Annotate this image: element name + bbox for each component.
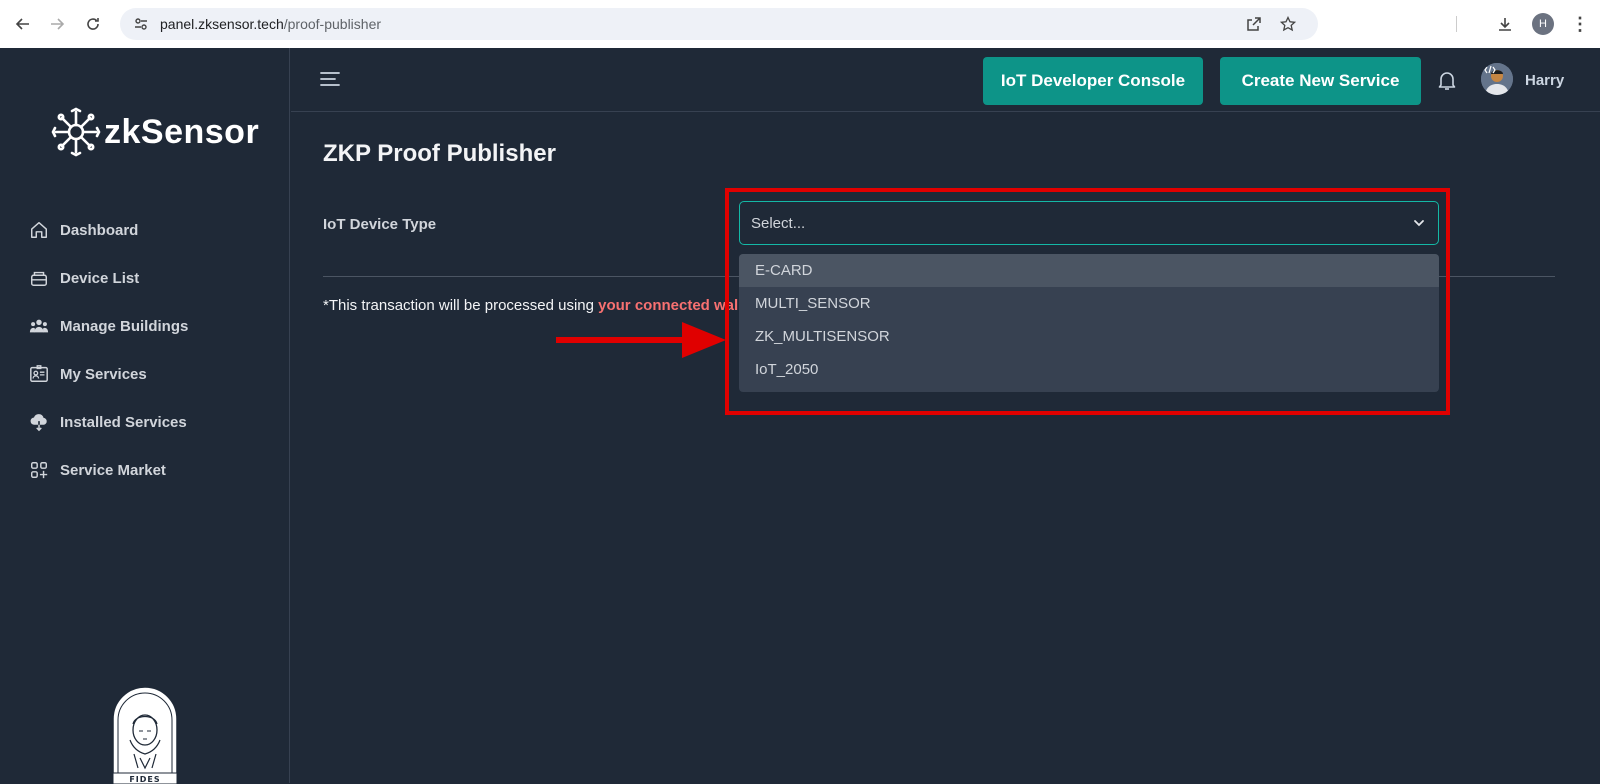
download-icon[interactable]	[1494, 13, 1516, 35]
zksensor-logo-icon	[51, 107, 101, 157]
iot-device-type-label: IoT Device Type	[323, 216, 437, 233]
cloud-download-icon	[28, 411, 50, 433]
id-card-icon	[28, 363, 50, 385]
browser-toolbar: panel.zksensor.tech/proof-publisher H ⋮	[0, 0, 1600, 48]
sidebar-item-label: Dashboard	[60, 221, 139, 239]
sidebar-item-label: My Services	[60, 365, 147, 383]
sidebar-menu: Dashboard Device List Manage Buildings M…	[28, 206, 188, 494]
sidebar-item-label: Manage Buildings	[60, 317, 189, 335]
sidebar-item-device-list[interactable]: Device List	[28, 254, 188, 302]
user-name[interactable]: Harry	[1525, 72, 1564, 89]
sidebar-item-dashboard[interactable]: Dashboard	[28, 206, 188, 254]
page-title: ZKP Proof Publisher	[323, 140, 556, 167]
note-highlight: your connected wall	[598, 297, 743, 314]
note-text: *This transaction will be processed usin…	[323, 297, 599, 314]
address-bar[interactable]: panel.zksensor.tech/proof-publisher	[120, 8, 1318, 40]
transaction-note: *This transaction will be processed usin…	[323, 297, 742, 314]
notification-bell-icon[interactable]	[1435, 68, 1459, 92]
iot-developer-console-button[interactable]: IoT Developer Console	[983, 57, 1203, 105]
logo-text: zkSensor	[104, 112, 260, 151]
users-icon	[28, 315, 50, 337]
forward-icon[interactable]	[42, 9, 72, 39]
device-icon	[28, 267, 50, 289]
sidebar-item-service-market[interactable]: Service Market	[28, 446, 188, 494]
hamburger-menu-icon[interactable]	[319, 70, 341, 88]
back-icon[interactable]	[8, 9, 38, 39]
open-in-new-icon[interactable]	[1244, 14, 1264, 34]
sidebar-item-label: Service Market	[60, 461, 166, 479]
user-avatar[interactable]	[1481, 63, 1513, 95]
annotation-highlight-box	[725, 188, 1450, 415]
sidebar-item-label: Installed Services	[60, 413, 187, 431]
fides-logo: FIDES	[112, 686, 178, 784]
sidebar: zkSensor Dashboard Device List Manage Bu…	[0, 48, 290, 784]
site-info-icon[interactable]	[130, 13, 152, 35]
sidebar-item-installed-services[interactable]: Installed Services	[28, 398, 188, 446]
sidebar-item-manage-buildings[interactable]: Manage Buildings	[28, 302, 188, 350]
sidebar-item-my-services[interactable]: My Services	[28, 350, 188, 398]
more-menu-icon[interactable]: ⋮	[1571, 13, 1589, 35]
bookmark-star-icon[interactable]	[1278, 14, 1298, 34]
annotation-arrow-icon	[556, 322, 726, 358]
profile-avatar[interactable]: H	[1532, 13, 1554, 35]
home-icon	[28, 219, 50, 241]
reload-icon[interactable]	[78, 9, 108, 39]
sidebar-item-label: Device List	[60, 269, 140, 287]
create-new-service-button[interactable]: Create New Service	[1220, 57, 1421, 105]
apps-add-icon	[28, 459, 50, 481]
toolbar-divider	[1456, 16, 1457, 32]
top-header: IoT Developer Console Create New Service…	[291, 48, 1600, 112]
url-text: panel.zksensor.tech/proof-publisher	[160, 16, 382, 32]
app-logo[interactable]: zkSensor	[50, 106, 259, 158]
